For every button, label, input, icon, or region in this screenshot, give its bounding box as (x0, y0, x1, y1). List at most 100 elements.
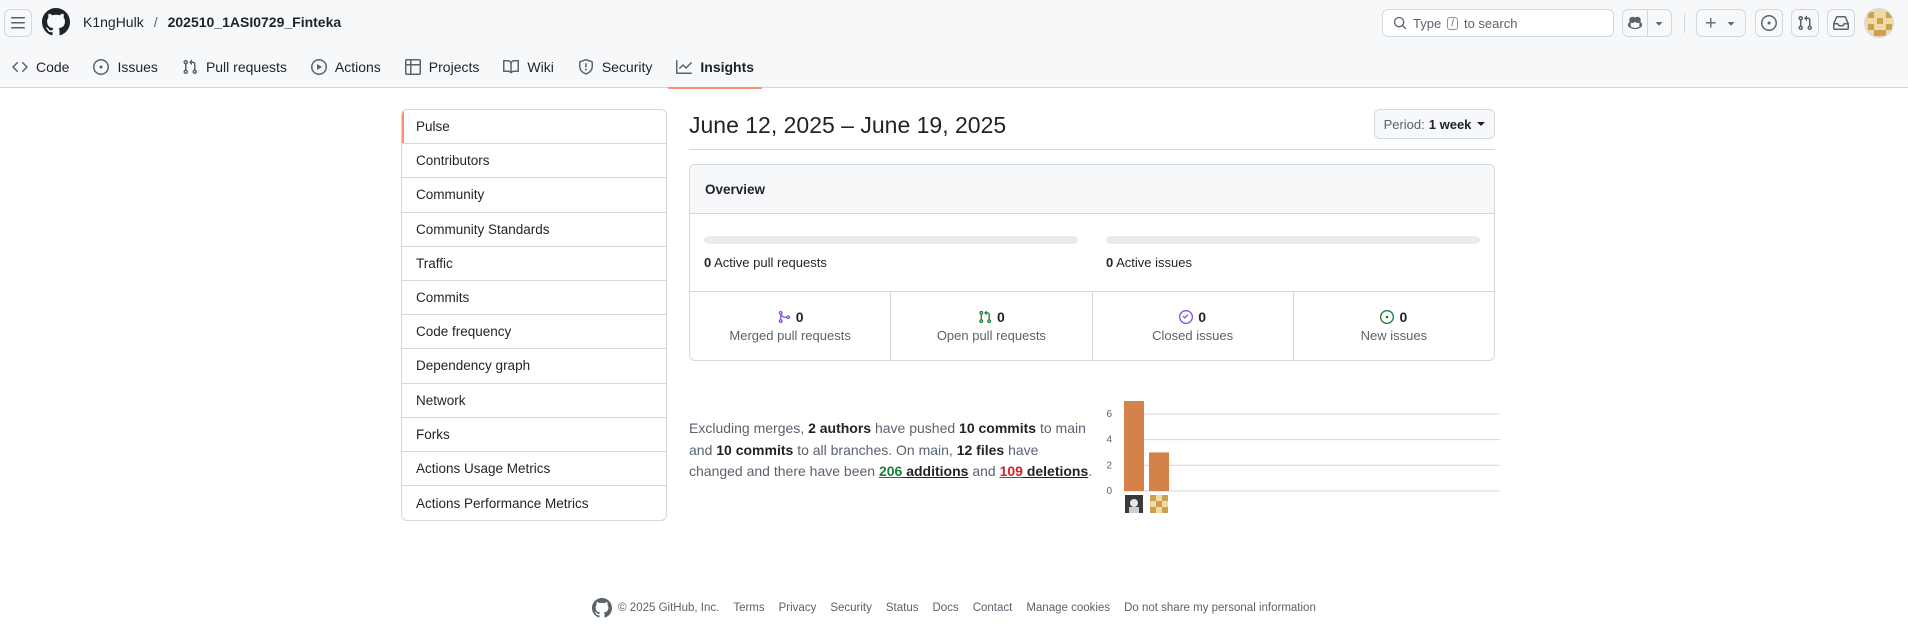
commit-summary: Excluding merges, 2 authors have pushed … (689, 418, 1094, 483)
repo-owner-link[interactable]: K1ngHulk (83, 14, 144, 30)
additions-count: 206 (878, 463, 903, 479)
inbox-button[interactable] (1827, 9, 1855, 37)
search-icon (1393, 16, 1407, 30)
new-issues-count: 0 (1399, 309, 1408, 325)
user-avatar[interactable] (1864, 8, 1894, 38)
active-pull-requests-link[interactable]: 0 Active pull requests (704, 255, 827, 270)
footer-link-do-not-share[interactable]: Do not share my personal information (1124, 602, 1316, 614)
sidebar-item-commits[interactable]: Commits (402, 281, 666, 316)
sidebar-item-dependency-graph[interactable]: Dependency graph (402, 349, 666, 384)
code-icon (12, 61, 28, 73)
search-shortcut-key: / (1447, 16, 1458, 30)
issue-opened-icon (1761, 15, 1777, 31)
deletions-count: 109 (999, 463, 1023, 479)
issue-opened-icon (93, 59, 110, 75)
repo-tabs: Code Issues Pull requests Actions Projec… (0, 46, 766, 89)
github-logo-icon[interactable] (592, 598, 613, 618)
tab-label: Code (36, 59, 70, 75)
inbox-icon (1833, 15, 1849, 30)
pulse-date-range: June 12, 2025 – June 19, 2025 (689, 112, 1007, 138)
new-issues-stat[interactable]: 0 New issues (1294, 292, 1494, 360)
overview-stats: 0 Merged pull requests 0 Open pull reque… (690, 292, 1494, 360)
chart-y-tick-label: 6 (1106, 409, 1112, 420)
active-pull-requests-bar (704, 236, 1078, 244)
repo-name-link[interactable]: 202510_1ASI0729_Finteka (168, 14, 342, 30)
sidebar-item-community-standards[interactable]: Community Standards (402, 213, 666, 247)
sidebar-item-traffic[interactable]: Traffic (402, 247, 666, 281)
commits-all-count: 10 commits (716, 441, 794, 458)
triangle-down-icon (1656, 22, 1663, 26)
deletions-word: deletions (1026, 463, 1089, 479)
footer-link-terms[interactable]: Terms (733, 602, 764, 614)
period-dropdown-button[interactable]: Period: 1 week (1374, 109, 1495, 139)
tab-label: Projects (428, 59, 480, 75)
closed-issues-stat[interactable]: 0 Closed issues (1093, 292, 1294, 360)
chart-y-tick-label: 0 (1106, 486, 1112, 497)
tab-label: Actions (334, 59, 381, 75)
summary-text: and (972, 463, 996, 479)
additions-link[interactable]: 206 additions (879, 463, 968, 479)
footer-link-privacy[interactable]: Privacy (779, 602, 817, 614)
chart-bar-author-2[interactable] (1149, 452, 1169, 491)
sidebar-item-actions-performance-metrics[interactable]: Actions Performance Metrics (402, 486, 666, 520)
tab-label: Security (601, 59, 653, 75)
overview-activity-bars: 0 Active pull requests 0 Active issues (690, 214, 1494, 292)
footer-link-status[interactable]: Status (886, 602, 919, 614)
insights-sidebar: Pulse Contributors Community Community S… (401, 109, 667, 522)
deletions-link[interactable]: 109 deletions (1000, 463, 1089, 479)
issue-opened-icon (1380, 310, 1395, 324)
tab-pull-requests[interactable]: Pull requests (174, 46, 295, 88)
commits-main-count: 10 commits (959, 420, 1037, 436)
table-icon (404, 59, 421, 75)
tab-projects[interactable]: Projects (397, 46, 488, 88)
top-bar: K1ngHulk / 202510_1ASI0729_Finteka Type … (0, 0, 1908, 46)
issues-shortcut-button[interactable] (1755, 9, 1783, 37)
copilot-dropdown-button[interactable] (1646, 10, 1672, 36)
footer-link-security[interactable]: Security (830, 602, 872, 614)
open-pull-requests-stat[interactable]: 0 Open pull requests (891, 292, 1093, 360)
tab-wiki[interactable]: Wiki (495, 46, 561, 88)
sidebar-item-network[interactable]: Network (402, 384, 666, 418)
summary-text: . (1088, 463, 1093, 479)
chart-bar-author-1[interactable] (1124, 401, 1144, 491)
github-logo-icon[interactable] (42, 8, 70, 36)
tab-issues[interactable]: Issues (85, 46, 165, 88)
search-input[interactable]: Type / to search (1382, 9, 1614, 37)
tab-security[interactable]: Security (570, 46, 661, 88)
pull-requests-shortcut-button[interactable] (1791, 9, 1819, 37)
author-avatar-icon[interactable] (1125, 495, 1143, 513)
book-icon (503, 59, 520, 74)
overview-panel: Overview 0 Active pull requests 0 Active… (689, 164, 1495, 361)
sidebar-item-pulse[interactable]: Pulse (402, 110, 666, 145)
merged-pull-requests-stat[interactable]: 0 Merged pull requests (690, 292, 892, 360)
footer-link-docs[interactable]: Docs (932, 602, 958, 614)
active-issues-link[interactable]: 0 Active issues (1106, 255, 1192, 270)
sidebar-item-community[interactable]: Community (402, 178, 666, 213)
hamburger-menu-button[interactable] (4, 9, 32, 37)
create-new-button[interactable] (1696, 9, 1746, 37)
header-divider (1684, 13, 1685, 33)
identicon-avatar-icon (1865, 9, 1893, 37)
copilot-button[interactable] (1623, 10, 1647, 36)
search-placeholder-prefix: Type (1413, 15, 1442, 31)
issue-closed-icon (1179, 310, 1194, 324)
tab-insights[interactable]: Insights (668, 46, 762, 89)
plus-icon (1705, 17, 1716, 28)
sidebar-item-code-frequency[interactable]: Code frequency (402, 315, 666, 350)
closed-issues-label: Closed issues (1152, 328, 1234, 343)
tab-code[interactable]: Code (4, 46, 77, 88)
tab-label: Wiki (527, 59, 554, 75)
sidebar-item-contributors[interactable]: Contributors (402, 144, 666, 179)
author-avatar-icon[interactable] (1150, 495, 1168, 513)
sidebar-item-actions-usage-metrics[interactable]: Actions Usage Metrics (402, 452, 666, 487)
active-pull-requests-count: 0 (704, 255, 712, 270)
tab-actions[interactable]: Actions (303, 46, 389, 88)
summary-text: have pushed (874, 420, 956, 436)
closed-issues-count: 0 (1198, 309, 1207, 325)
footer-link-manage-cookies[interactable]: Manage cookies (1026, 602, 1110, 614)
overview-title: Overview (690, 165, 1494, 214)
sidebar-item-forks[interactable]: Forks (402, 418, 666, 452)
shield-icon (578, 59, 593, 75)
footer-link-contact[interactable]: Contact (973, 602, 1013, 614)
new-issues-label: New issues (1360, 328, 1428, 343)
